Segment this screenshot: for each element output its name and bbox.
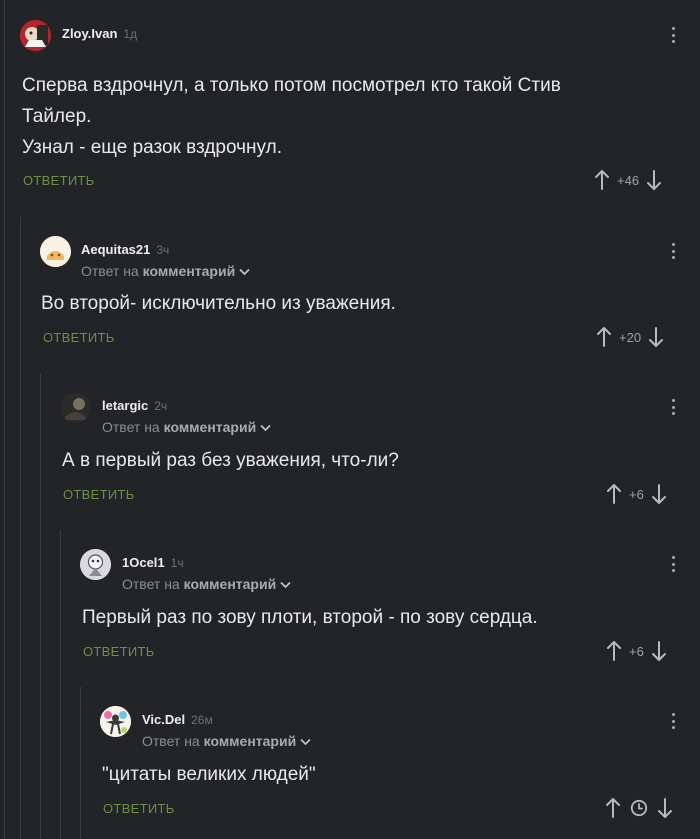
reply-to[interactable]: Ответ на комментарий bbox=[122, 576, 291, 592]
vote-count: +6 bbox=[629, 643, 644, 659]
username[interactable]: letargic 2ч bbox=[102, 398, 167, 413]
username[interactable]: Zloy.Ivan 1д bbox=[62, 26, 137, 41]
more-vertical-icon[interactable] bbox=[670, 25, 676, 45]
avatar[interactable] bbox=[100, 706, 131, 737]
vote-controls: +6 bbox=[606, 482, 667, 506]
reply-to[interactable]: Ответ на комментарий bbox=[142, 733, 311, 749]
comment: Vic.Del 26м Ответ на комментарий "цитаты … bbox=[100, 706, 700, 836]
arrow-up-icon[interactable] bbox=[596, 326, 612, 348]
vote-controls bbox=[605, 796, 673, 820]
thread-line bbox=[80, 687, 81, 839]
reply-button[interactable]: ОТВЕТИТЬ bbox=[43, 330, 115, 345]
comment-text: А в первый раз без уважения, что-ли? bbox=[62, 450, 399, 471]
vote-controls: +20 bbox=[596, 325, 664, 349]
avatar[interactable] bbox=[40, 236, 71, 267]
comment: 1Ocel1 1ч Ответ на комментарий Первый раз… bbox=[80, 549, 700, 679]
comment-time: 2ч bbox=[154, 399, 168, 413]
reply-to[interactable]: Ответ на комментарий bbox=[81, 263, 250, 279]
more-vertical-icon[interactable] bbox=[670, 241, 676, 261]
reply-button[interactable]: ОТВЕТИТЬ bbox=[83, 644, 155, 659]
reply-to[interactable]: Ответ на комментарий bbox=[102, 419, 271, 435]
thread-line bbox=[40, 373, 41, 839]
arrow-down-icon[interactable] bbox=[657, 797, 673, 819]
thread-line bbox=[20, 217, 21, 839]
chevron-down-icon[interactable] bbox=[280, 581, 291, 589]
arrow-down-icon[interactable] bbox=[651, 483, 667, 505]
chevron-down-icon[interactable] bbox=[260, 424, 271, 432]
clock-icon bbox=[630, 799, 648, 817]
arrow-up-icon[interactable] bbox=[594, 169, 610, 191]
arrow-down-icon[interactable] bbox=[648, 326, 664, 348]
comment-text: "цитаты великих людей" bbox=[102, 764, 316, 785]
avatar[interactable] bbox=[20, 20, 51, 51]
comment-text: Во второй- исключительно из уважения. bbox=[41, 293, 396, 314]
comment-time: 1д bbox=[123, 27, 138, 41]
avatar[interactable] bbox=[80, 549, 111, 580]
comment-time: 3ч bbox=[156, 243, 170, 257]
arrow-up-icon[interactable] bbox=[605, 797, 621, 819]
comment: Aequitas21 3ч Ответ на комментарий Во вто… bbox=[40, 236, 700, 366]
username[interactable]: 1Ocel1 1ч bbox=[122, 555, 184, 570]
comment-text: Первый раз по зову плоти, второй - по зо… bbox=[82, 607, 538, 628]
arrow-up-icon[interactable] bbox=[606, 483, 622, 505]
vote-count: +46 bbox=[617, 172, 640, 188]
reply-button[interactable]: ОТВЕТИТЬ bbox=[23, 173, 95, 188]
comment-time: 1ч bbox=[170, 556, 184, 570]
comment-text: Сперва вздрочнул, а только потом посмотр… bbox=[22, 75, 561, 158]
vote-count: +20 bbox=[619, 329, 642, 345]
chevron-down-icon[interactable] bbox=[239, 268, 250, 276]
thread-line bbox=[4, 0, 5, 839]
arrow-down-icon[interactable] bbox=[646, 169, 662, 191]
arrow-down-icon[interactable] bbox=[651, 640, 667, 662]
reply-button[interactable]: ОТВЕТИТЬ bbox=[63, 487, 135, 502]
more-vertical-icon[interactable] bbox=[670, 554, 676, 574]
vote-controls: +46 bbox=[594, 168, 662, 192]
chevron-down-icon[interactable] bbox=[300, 738, 311, 746]
thread-line bbox=[60, 530, 61, 839]
reply-button[interactable]: ОТВЕТИТЬ bbox=[103, 801, 175, 816]
vote-count: +6 bbox=[629, 486, 644, 502]
comment-time: 26м bbox=[191, 713, 213, 727]
username[interactable]: Aequitas21 3ч bbox=[81, 242, 169, 257]
avatar[interactable] bbox=[60, 392, 91, 423]
more-vertical-icon[interactable] bbox=[670, 397, 676, 417]
comment: letargic 2ч Ответ на комментарий А в перв… bbox=[60, 392, 700, 522]
comment: Zloy.Ivan 1д Сперва вздрочнул, а только п… bbox=[20, 20, 700, 200]
vote-controls: +6 bbox=[606, 639, 667, 663]
more-vertical-icon[interactable] bbox=[670, 711, 676, 731]
username[interactable]: Vic.Del 26м bbox=[142, 712, 213, 727]
arrow-up-icon[interactable] bbox=[606, 640, 622, 662]
